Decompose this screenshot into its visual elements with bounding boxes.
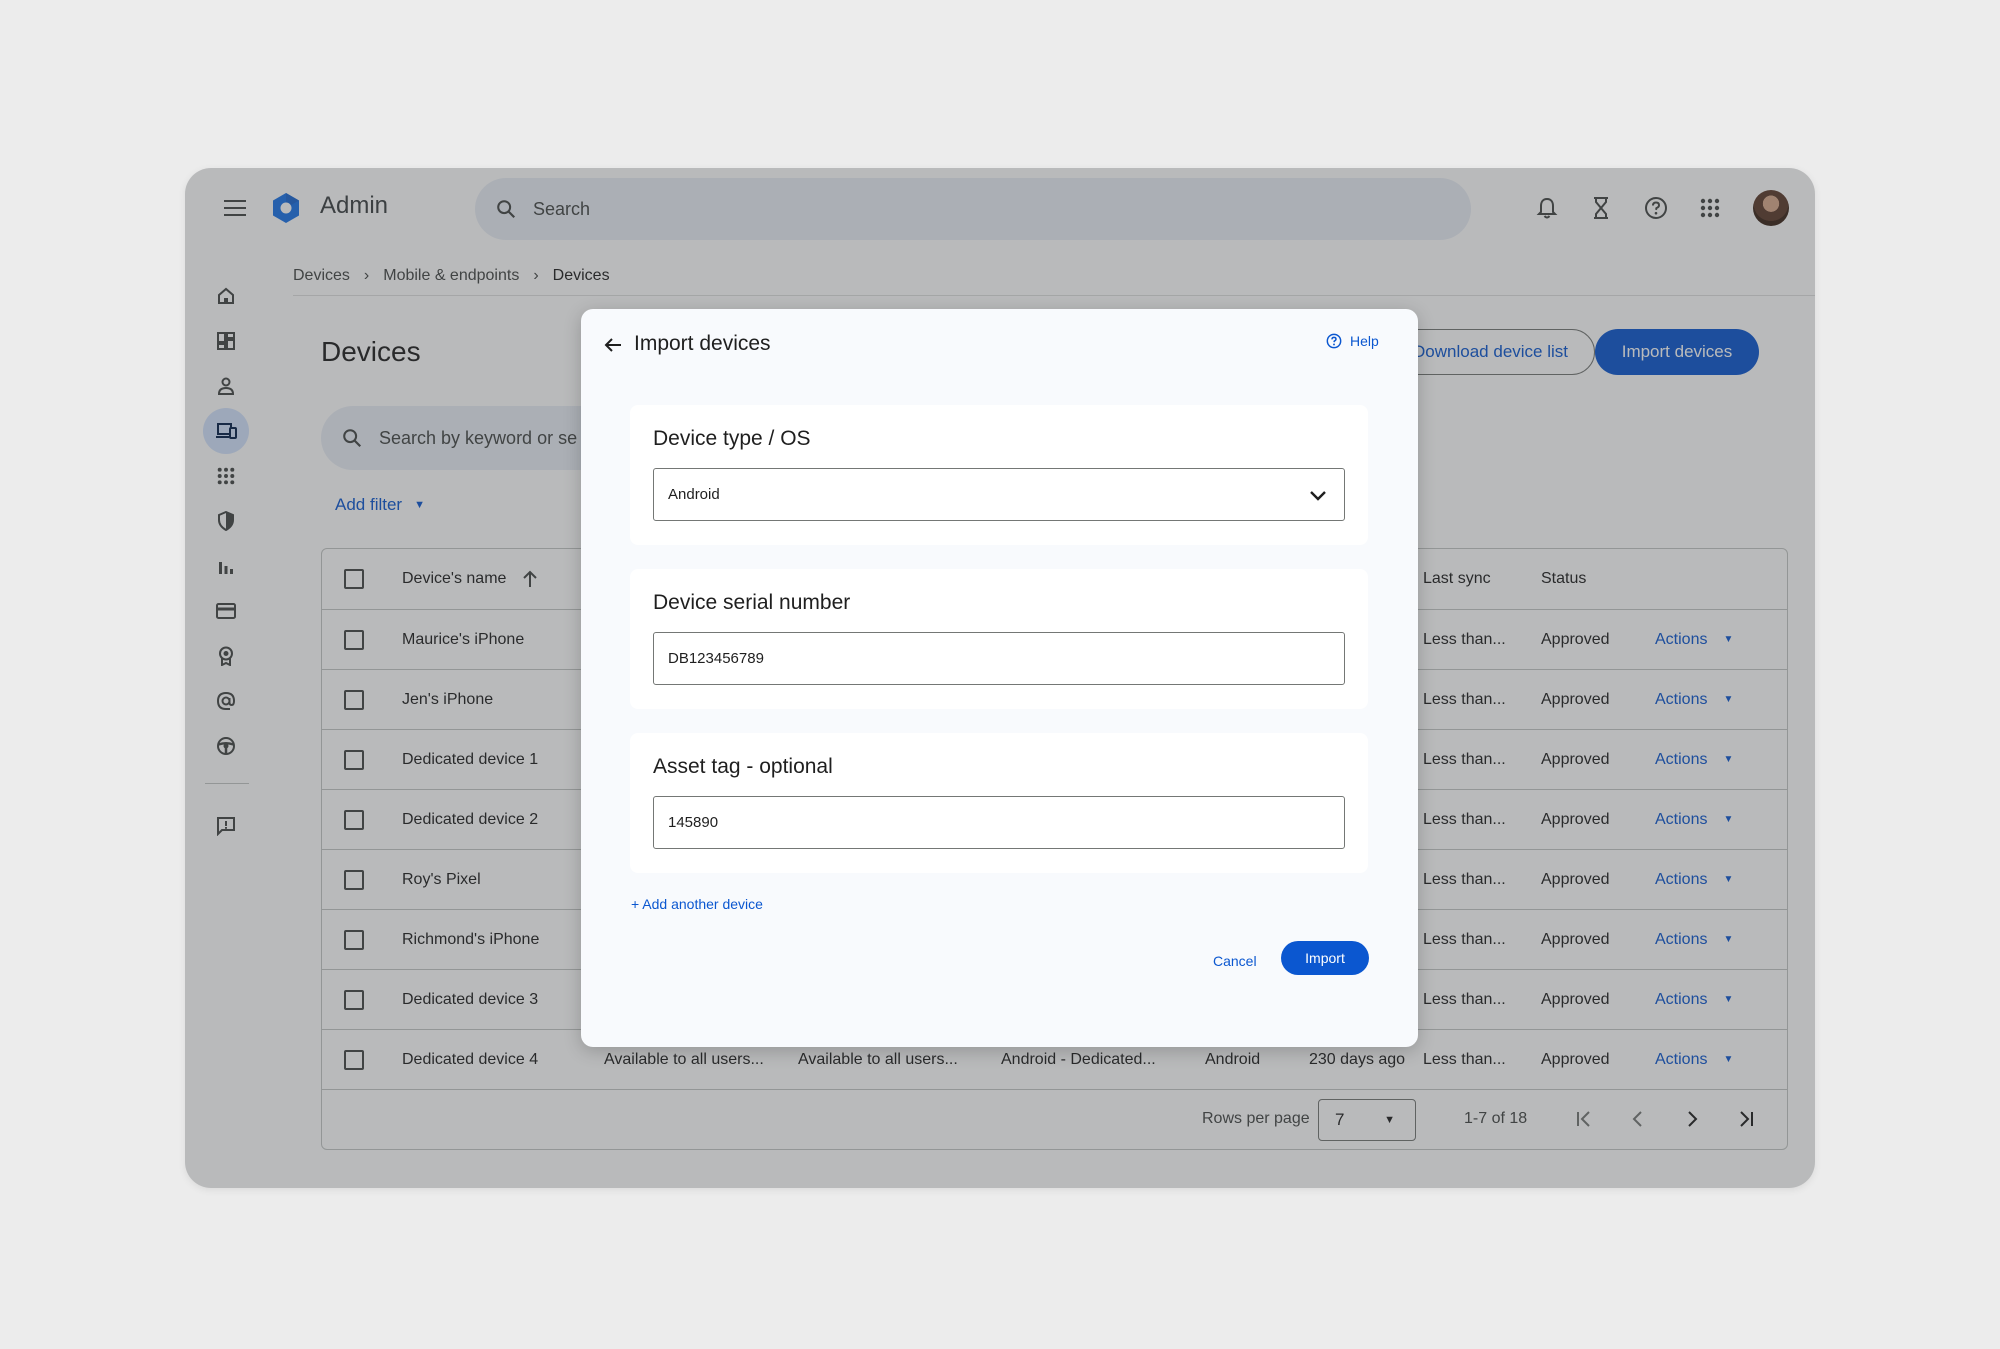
serial-number-input[interactable]: DB123456789 bbox=[653, 632, 1345, 685]
chevron-down-icon bbox=[1310, 491, 1326, 501]
help-circle-icon bbox=[1326, 333, 1342, 349]
device-type-select[interactable]: Android bbox=[653, 468, 1345, 521]
device-type-card: Device type / OS Android bbox=[630, 405, 1368, 545]
dialog-title: Import devices bbox=[634, 332, 771, 355]
arrow-back-icon bbox=[604, 338, 621, 352]
help-label: Help bbox=[1350, 333, 1379, 349]
add-another-device-link[interactable]: + Add another device bbox=[631, 896, 763, 912]
serial-number-card: Device serial number DB123456789 bbox=[630, 569, 1368, 709]
cancel-button[interactable]: Cancel bbox=[1213, 953, 1257, 969]
device-type-label: Device type / OS bbox=[653, 427, 811, 450]
back-button[interactable] bbox=[595, 327, 631, 363]
help-link[interactable]: Help bbox=[1326, 333, 1379, 349]
import-devices-dialog: Import devices Help Device type / OS And… bbox=[581, 309, 1418, 1047]
serial-number-label: Device serial number bbox=[653, 591, 851, 614]
import-button[interactable]: Import bbox=[1281, 941, 1369, 975]
asset-tag-card: Asset tag - optional 145890 bbox=[630, 733, 1368, 873]
device-type-value: Android bbox=[668, 486, 720, 503]
asset-tag-input[interactable]: 145890 bbox=[653, 796, 1345, 849]
asset-tag-label: Asset tag - optional bbox=[653, 755, 833, 778]
